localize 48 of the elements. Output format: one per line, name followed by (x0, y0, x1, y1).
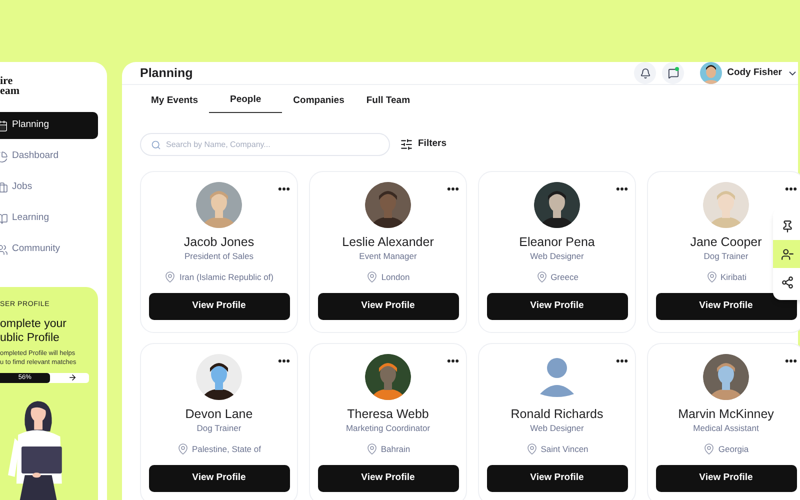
person-role: Dog Trainer (704, 250, 748, 262)
person-name: Leslie Alexander (342, 234, 434, 250)
person-location: Greece (550, 271, 578, 284)
person-location: Palestine, State of (192, 443, 261, 456)
user-name[interactable]: Cody Fisher (727, 66, 782, 80)
person-location: London (381, 271, 410, 284)
view-profile-button[interactable]: View Profile (318, 292, 458, 320)
person-name: Jane Cooper (690, 234, 762, 250)
tab[interactable]: People (209, 89, 282, 113)
tab[interactable]: My Events (140, 89, 209, 113)
nav-item[interactable]: Dashboard (0, 143, 98, 170)
person-location: Iran (Islamic Republic of) (179, 271, 274, 284)
person-location: Georgia (718, 443, 749, 456)
view-profile-button[interactable]: View Profile (486, 292, 628, 320)
person-role: Dog Trainer (196, 422, 242, 434)
person-role: Web Designer (530, 422, 584, 434)
person-name: Devon Lane (185, 406, 253, 422)
filters-button[interactable]: Filters (400, 137, 447, 152)
person-location: Bahrain (380, 443, 410, 456)
person-role: Web Designer (530, 250, 584, 262)
search-field[interactable]: Search by Name, Company... (140, 133, 390, 156)
person-role: Event Manager (359, 250, 417, 262)
person-name: Ronald Richards (510, 406, 604, 422)
view-profile-button[interactable]: View Profile (148, 292, 290, 320)
person-name: Eleanor Pena (519, 234, 595, 250)
view-profile-button[interactable]: View Profile (656, 292, 796, 320)
view-profile-button[interactable]: View Profile (656, 464, 796, 492)
page-title: Planning (140, 64, 193, 82)
person-role: Marketing Coordinator (346, 422, 430, 434)
nav-item[interactable]: Learning (0, 205, 98, 232)
nav-item[interactable]: Planning (0, 112, 98, 139)
nav-item[interactable]: Community (0, 236, 98, 263)
card-title: omplete your ublic Profile (0, 316, 68, 344)
person-name: Jacob Jones (184, 234, 254, 250)
search-input[interactable]: Search by Name, Company... (166, 138, 389, 150)
tab[interactable]: Full Team (355, 89, 422, 113)
person-role: Medical Assistant (693, 422, 759, 434)
person-role: President of Sales (184, 250, 254, 262)
person-location: Saint Vincen (540, 443, 588, 456)
tab[interactable]: Companies (282, 89, 356, 113)
view-profile-button[interactable]: View Profile (318, 464, 458, 492)
person-name: Marvin McKinney (678, 406, 774, 422)
logo: ire eam (0, 76, 21, 96)
view-profile-button[interactable]: View Profile (148, 464, 290, 492)
view-profile-button[interactable]: View Profile (486, 464, 628, 492)
person-name: Theresa Webb (347, 406, 429, 422)
nav-item[interactable]: Jobs (0, 174, 98, 201)
person-location: Kiribati (720, 271, 746, 284)
